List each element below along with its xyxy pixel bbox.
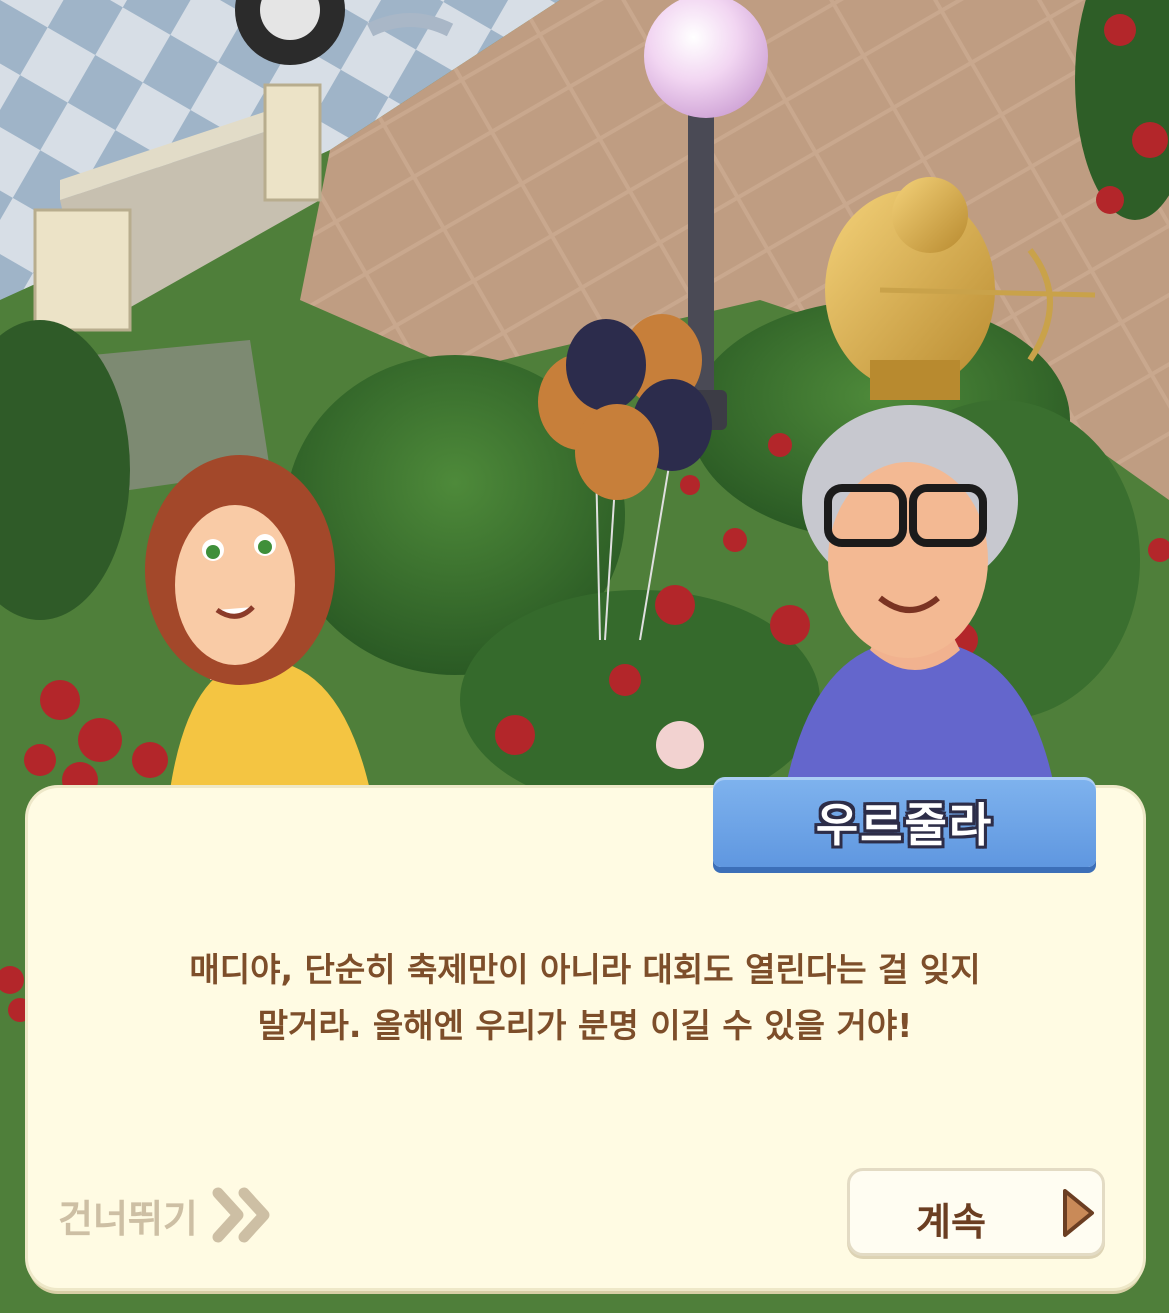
- dialog-line: 매디야, 단순히 축제만이 아니라 대회도 열린다는 걸 잊지: [189, 950, 981, 989]
- speaker-name-tag: 우르줄라: [713, 777, 1096, 867]
- play-arrow-icon: [1063, 1189, 1094, 1237]
- skip-label: 건너뛰기: [58, 1196, 198, 1241]
- double-chevron-right-icon: [212, 1187, 270, 1243]
- dialog-text: 매디야, 단순히 축제만이 아니라 대회도 열린다는 걸 잊지 말거라. 올해엔…: [60, 942, 1110, 1054]
- continue-button[interactable]: 계속: [847, 1168, 1105, 1256]
- skip-button[interactable]: 건너뛰기: [58, 1180, 276, 1250]
- speaker-name: 우르줄라: [815, 798, 994, 852]
- dialog-line: 말거라. 올해엔 우리가 분명 이길 수 있을 거야!: [257, 1006, 913, 1045]
- continue-label: 계속: [916, 1200, 986, 1244]
